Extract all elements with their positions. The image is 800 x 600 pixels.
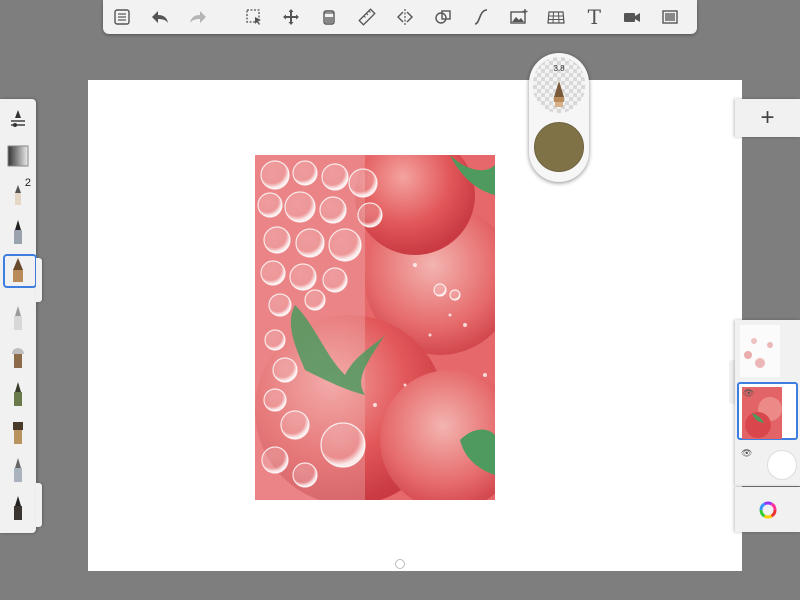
palette-tab-upper[interactable] (36, 258, 42, 302)
top-toolbar: T (103, 0, 697, 34)
brush-properties-icon[interactable] (0, 99, 36, 137)
brush-color-swatch[interactable] (534, 122, 584, 172)
import-image-icon[interactable] (500, 0, 538, 34)
gradient-brush-icon[interactable] (0, 137, 36, 175)
eye-icon[interactable]: 👁 (743, 388, 754, 399)
gallery-icon[interactable] (103, 0, 141, 34)
eraser-brush-icon[interactable] (0, 489, 36, 527)
layers-panel: 👁 👁 (735, 320, 800, 486)
add-layer-button[interactable]: + (735, 99, 800, 137)
layer-tomatoes[interactable]: 👁 (737, 382, 798, 440)
color-wheel-icon (759, 501, 776, 518)
text-icon[interactable]: T (575, 0, 613, 34)
flat-brush-icon[interactable] (0, 413, 36, 451)
ink-pen-brush-icon[interactable] (0, 213, 36, 251)
fullscreen-icon[interactable] (651, 0, 689, 34)
record-icon[interactable] (613, 0, 651, 34)
eye-icon[interactable]: 👁 (741, 448, 752, 459)
layer-thumbnail (740, 325, 780, 377)
paintbrush-icon[interactable] (0, 337, 36, 375)
brush-count-badge: 2 (24, 177, 31, 189)
background-color-swatch[interactable] (767, 450, 797, 480)
round-brush-icon[interactable] (0, 375, 36, 413)
fill-icon[interactable] (310, 0, 348, 34)
redo-icon[interactable] (179, 0, 217, 34)
brush-palette: 2 (0, 99, 37, 533)
smudge-brush-icon[interactable] (0, 451, 36, 489)
marker-brush-icon[interactable] (0, 251, 37, 289)
brush-size-value: 3.8 (553, 64, 565, 73)
selection-icon[interactable] (235, 0, 273, 34)
drawing-canvas[interactable] (88, 80, 742, 571)
perspective-icon[interactable] (537, 0, 575, 34)
canvas-handle[interactable] (395, 559, 405, 569)
airbrush-icon[interactable] (0, 299, 36, 337)
pencil-brush-icon[interactable]: 2 (0, 175, 36, 213)
add-layer-label: + (760, 104, 775, 131)
stroke-icon[interactable] (462, 0, 500, 34)
tomato-artwork (255, 155, 495, 500)
transform-icon[interactable] (272, 0, 310, 34)
brush-size-control[interactable]: 3.8 (533, 57, 585, 113)
layer-bubbles[interactable] (737, 322, 798, 380)
shapes-icon[interactable] (424, 0, 462, 34)
marker-tip-icon (554, 81, 564, 107)
brush-puck[interactable]: 3.8 (529, 53, 589, 182)
text-tool-label: T (587, 5, 601, 29)
palette-tab-lower[interactable] (36, 483, 42, 527)
undo-icon[interactable] (141, 0, 179, 34)
symmetry-icon[interactable] (386, 0, 424, 34)
color-picker-button[interactable] (735, 487, 800, 532)
ruler-icon[interactable] (348, 0, 386, 34)
